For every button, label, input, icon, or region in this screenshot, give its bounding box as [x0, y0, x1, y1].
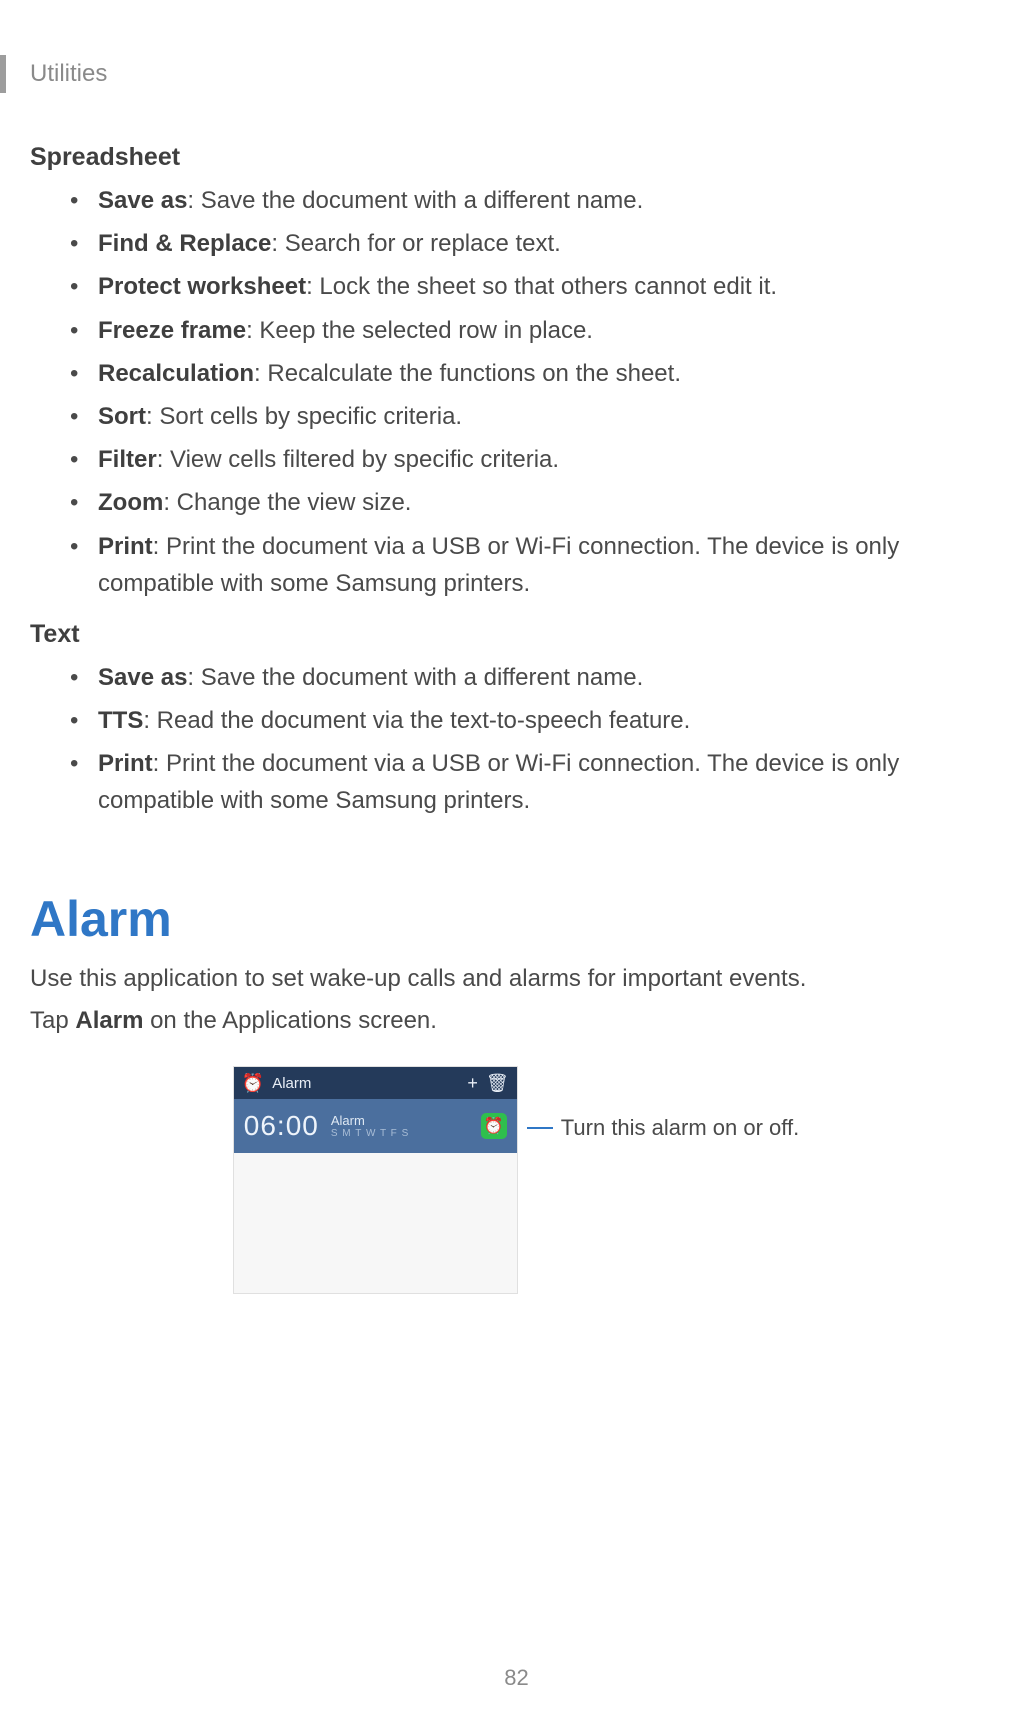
list-item-term: Save as [98, 664, 187, 691]
list-item: Sort: Sort cells by specific criteria. [70, 398, 1003, 435]
alarm-meta: Alarm S M T W T F S [331, 1114, 469, 1139]
list-item-term: Print [98, 533, 153, 560]
list-item-desc: : Search for or replace text. [271, 230, 560, 257]
alarm-intro: Use this application to set wake-up call… [30, 962, 1003, 997]
spreadsheet-heading: Spreadsheet [30, 143, 1003, 172]
callout-line [527, 1127, 553, 1129]
alarm-tap-line: Tap Alarm on the Applications screen. [30, 1004, 1003, 1039]
alarm-toggle[interactable]: ⏰ [481, 1113, 507, 1139]
text-heading: Text [30, 620, 1003, 649]
list-item-term: Save as [98, 187, 187, 214]
list-item: Protect worksheet: Lock the sheet so tha… [70, 268, 1003, 305]
list-item-desc: : Lock the sheet so that others cannot e… [306, 273, 777, 300]
alarm-time: 06:00 [244, 1110, 319, 1142]
list-item-desc: : Print the document via a USB or Wi-Fi … [98, 533, 899, 597]
alarm-days: S M T W T F S [331, 1128, 469, 1139]
running-head: Utilities [30, 60, 1003, 88]
list-item-desc: : Sort cells by specific criteria. [146, 403, 462, 430]
list-item-term: Sort [98, 403, 146, 430]
list-item-desc: : Save the document with a different nam… [187, 664, 643, 691]
callout-text: Turn this alarm on or off. [561, 1115, 799, 1141]
tap-post: on the Applications screen. [143, 1007, 437, 1034]
tap-pre: Tap [30, 1007, 75, 1034]
alarm-row[interactable]: 06:00 Alarm S M T W T F S ⏰ [234, 1099, 517, 1153]
list-item-desc: : Save the document with a different nam… [187, 187, 643, 214]
list-item: Freeze frame: Keep the selected row in p… [70, 312, 1003, 349]
list-item-term: Filter [98, 446, 157, 473]
manual-page: Utilities Spreadsheet Save as: Save the … [0, 0, 1033, 1719]
list-item: Save as: Save the document with a differ… [70, 659, 1003, 696]
list-item-term: Find & Replace [98, 230, 271, 257]
screenshot-body [234, 1153, 517, 1293]
list-item: Recalculation: Recalculate the functions… [70, 355, 1003, 392]
add-icon[interactable]: + [467, 1074, 478, 1092]
callout: Turn this alarm on or off. [527, 1115, 799, 1141]
delete-icon[interactable]: 🗑 [486, 1074, 509, 1092]
list-item-term: Protect worksheet [98, 273, 306, 300]
list-item-desc: : View cells filtered by specific criter… [157, 446, 559, 473]
list-item: Filter: View cells filtered by specific … [70, 441, 1003, 478]
tap-app-name: Alarm [75, 1007, 143, 1034]
list-item-term: TTS [98, 707, 143, 734]
list-item: Save as: Save the document with a differ… [70, 182, 1003, 219]
list-item-term: Recalculation [98, 360, 254, 387]
list-item-desc: : Recalculate the functions on the sheet… [254, 360, 681, 387]
clock-icon: ⏰ [242, 1074, 264, 1092]
list-item: Find & Replace: Search for or replace te… [70, 225, 1003, 262]
list-item: Print: Print the document via a USB or W… [70, 528, 1003, 602]
list-item: Zoom: Change the view size. [70, 484, 1003, 521]
list-item-desc: : Keep the selected row in place. [246, 317, 593, 344]
list-item-term: Print [98, 750, 153, 777]
alarm-label: Alarm [331, 1114, 469, 1128]
spreadsheet-list: Save as: Save the document with a differ… [30, 182, 1003, 602]
list-item-term: Freeze frame [98, 317, 246, 344]
list-item: TTS: Read the document via the text-to-s… [70, 702, 1003, 739]
list-item-desc: : Print the document via a USB or Wi-Fi … [98, 750, 899, 814]
list-item: Print: Print the document via a USB or W… [70, 745, 1003, 819]
list-item-desc: : Read the document via the text-to-spee… [143, 707, 690, 734]
list-item-term: Zoom [98, 489, 163, 516]
alarm-screenshot: ⏰ Alarm + 🗑 06:00 Alarm S M T W T F S ⏰ [234, 1067, 517, 1293]
list-item-desc: : Change the view size. [163, 489, 411, 516]
header-rule [0, 55, 6, 93]
page-number: 82 [0, 1665, 1033, 1691]
screenshot-title: Alarm [272, 1075, 459, 1092]
text-list: Save as: Save the document with a differ… [30, 659, 1003, 820]
alarm-figure: ⏰ Alarm + 🗑 06:00 Alarm S M T W T F S ⏰ … [30, 1067, 1003, 1293]
alarm-toggle-icon: ⏰ [484, 1116, 504, 1136]
screenshot-header: ⏰ Alarm + 🗑 [234, 1067, 517, 1099]
alarm-heading: Alarm [30, 890, 1003, 948]
